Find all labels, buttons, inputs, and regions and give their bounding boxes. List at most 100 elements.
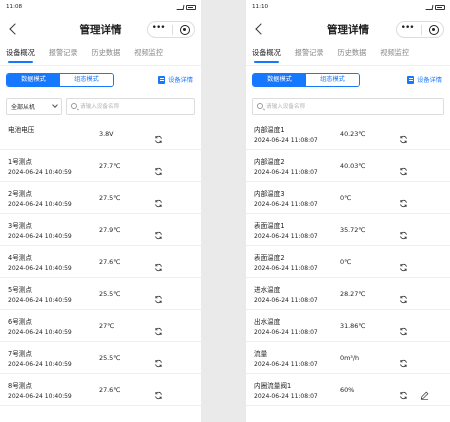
item-name: 6号测点 <box>8 318 32 326</box>
list-item: 内部温度2 2024-06-24 11:08:07 40.03℃ <box>246 150 450 182</box>
list-item: 6号测点 2024-06-24 10:40:59 27℃ <box>0 310 201 342</box>
search-input[interactable]: 请输入设备名称 <box>66 97 195 115</box>
list-item: 7号测点 2024-06-24 10:40:59 25.5℃ <box>0 342 201 374</box>
refresh-icon[interactable] <box>399 193 408 208</box>
refresh-icon[interactable] <box>399 257 408 272</box>
refresh-icon[interactable] <box>154 321 163 336</box>
search-icon <box>257 103 263 109</box>
refresh-icon[interactable] <box>154 385 163 400</box>
refresh-icon[interactable] <box>154 193 163 208</box>
edit-pencil-icon[interactable] <box>420 385 429 400</box>
item-time: 2024-06-24 11:08:07 <box>254 265 318 272</box>
list-item: 8号测点 2024-06-24 10:40:59 27.6℃ <box>0 374 201 406</box>
device-detail-link[interactable]: 设备详情 <box>407 75 442 84</box>
item-name: 5号测点 <box>8 286 32 294</box>
tab-overview[interactable]: 设备概况 <box>6 48 35 66</box>
item-name: 内部温度2 <box>254 158 285 166</box>
item-name: 4号测点 <box>8 254 32 262</box>
refresh-icon[interactable] <box>154 289 163 304</box>
item-value: 25.5℃ <box>99 290 121 298</box>
target-icon[interactable] <box>429 24 440 35</box>
item-time: 2024-06-24 10:40:59 <box>8 265 72 272</box>
refresh-icon[interactable] <box>154 161 163 176</box>
tab-video[interactable]: 视频监控 <box>134 48 163 66</box>
battery-icon <box>435 4 445 10</box>
status-time: 11:08 <box>6 4 23 10</box>
data-mode-button[interactable]: 数据模式 <box>253 74 306 86</box>
item-name: 内部温度3 <box>254 190 285 198</box>
search-input[interactable]: 请输入设备名称 <box>252 97 444 115</box>
list-item: 流量 2024-06-24 11:08:07 0m³/h <box>246 342 450 374</box>
more-dots-icon[interactable]: ••• <box>401 23 415 33</box>
list-item: 3号测点 2024-06-24 10:40:59 27.9℃ <box>0 214 201 246</box>
item-time: 2024-06-24 10:40:59 <box>8 297 72 304</box>
item-time: 2024-06-24 11:08:07 <box>254 137 318 144</box>
item-name: 3号测点 <box>8 222 32 230</box>
refresh-icon[interactable] <box>154 225 163 240</box>
list-item: 内部温度3 2024-06-24 11:08:07 0℃ <box>246 182 450 214</box>
tab-history[interactable]: 历史数据 <box>92 48 121 66</box>
item-name: 表面温度2 <box>254 254 285 262</box>
item-value: 27℃ <box>99 322 115 330</box>
item-time: 2024-06-24 11:08:07 <box>254 361 318 368</box>
config-mode-button[interactable]: 组态模式 <box>306 74 359 86</box>
status-time: 11:10 <box>252 4 269 10</box>
refresh-icon[interactable] <box>399 321 408 336</box>
more-dots-icon[interactable]: ••• <box>152 23 166 33</box>
slave-select[interactable]: 全部从机 <box>6 97 62 115</box>
item-time: 2024-06-24 10:40:59 <box>8 393 72 400</box>
refresh-icon[interactable] <box>399 385 408 400</box>
data-mode-button[interactable]: 数据模式 <box>7 74 60 86</box>
list-item: 进水温度 2024-06-24 11:08:07 28.27℃ <box>246 278 450 310</box>
tab-bar: 设备概况 报警记录 历史数据 视频监控 <box>0 44 201 66</box>
item-time: 2024-06-24 11:08:07 <box>254 297 318 304</box>
nav-bar: 管理详情 ••• <box>246 14 450 44</box>
tab-history[interactable]: 历史数据 <box>338 48 367 66</box>
mode-bar: 数据模式 组态模式 设备详情 <box>246 66 450 94</box>
refresh-icon[interactable] <box>154 129 163 144</box>
battery-icon <box>186 4 196 10</box>
item-value: 27.5℃ <box>99 194 121 202</box>
list-item: 内圈流量阀1 2024-06-24 11:08:07 60% <box>246 374 450 406</box>
item-value: 31.86℃ <box>340 322 366 330</box>
refresh-icon[interactable] <box>399 289 408 304</box>
mini-program-capsule: ••• <box>396 21 444 38</box>
item-name: 流量 <box>254 350 268 358</box>
item-value: 27.6℃ <box>99 386 121 394</box>
mode-bar: 数据模式 组态模式 设备详情 <box>0 66 201 94</box>
item-name: 2号测点 <box>8 190 32 198</box>
item-time: 2024-06-24 11:08:07 <box>254 393 318 400</box>
slave-select-value: 全部从机 <box>11 103 36 111</box>
refresh-icon[interactable] <box>399 225 408 240</box>
refresh-icon[interactable] <box>154 353 163 368</box>
item-name: 7号测点 <box>8 350 32 358</box>
tab-alarms[interactable]: 报警记录 <box>295 48 324 66</box>
item-time: 2024-06-24 10:40:59 <box>8 201 72 208</box>
refresh-icon[interactable] <box>399 129 408 144</box>
list-item: 5号测点 2024-06-24 10:40:59 25.5℃ <box>0 278 201 310</box>
refresh-icon[interactable] <box>399 353 408 368</box>
tab-alarms[interactable]: 报警记录 <box>49 48 78 66</box>
tab-overview[interactable]: 设备概况 <box>252 48 281 66</box>
refresh-icon[interactable] <box>399 161 408 176</box>
filter-bar: 请输入设备名称 <box>246 94 450 118</box>
item-time: 2024-06-24 11:08:07 <box>254 233 318 240</box>
signal-icon <box>176 4 185 10</box>
status-bar: 11:08 <box>0 0 201 14</box>
refresh-icon[interactable] <box>154 257 163 272</box>
device-detail-label: 设备详情 <box>417 77 442 84</box>
list-item: 电池电压 3.8V <box>0 118 201 150</box>
mini-program-capsule: ••• <box>147 21 195 38</box>
target-icon[interactable] <box>180 24 191 35</box>
search-icon <box>71 103 77 109</box>
item-value: 27.7℃ <box>99 162 121 170</box>
tab-video[interactable]: 视频监控 <box>380 48 409 66</box>
item-name: 电池电压 <box>8 126 35 134</box>
config-mode-button[interactable]: 组态模式 <box>60 74 113 86</box>
status-icons <box>425 4 445 10</box>
item-value: 40.23℃ <box>340 130 366 138</box>
device-detail-link[interactable]: 设备详情 <box>158 75 193 84</box>
item-time: 2024-06-24 10:40:59 <box>8 169 72 176</box>
item-value: 0m³/h <box>340 354 360 362</box>
device-detail-label: 设备详情 <box>168 77 193 84</box>
